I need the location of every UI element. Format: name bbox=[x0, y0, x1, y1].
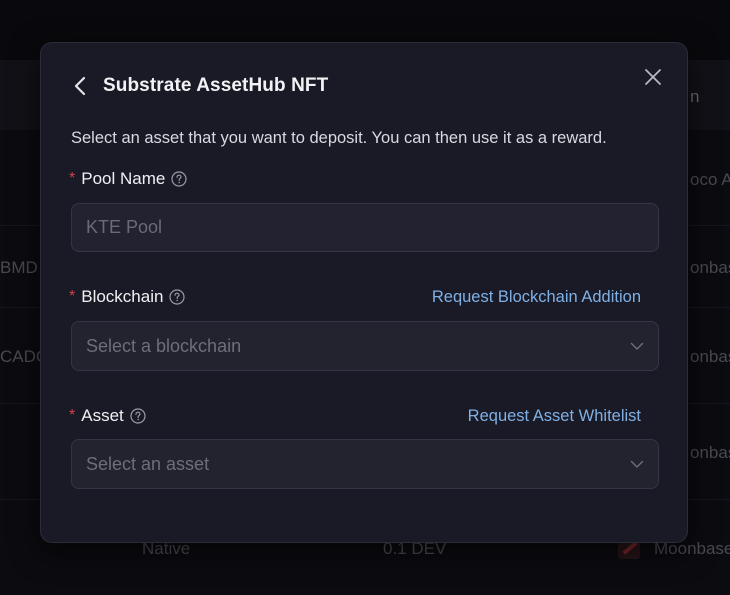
pool-name-label: * Pool Name bbox=[69, 169, 187, 189]
question-circle-icon[interactable] bbox=[171, 171, 187, 187]
asset-select-placeholder: Select an asset bbox=[86, 453, 210, 474]
question-circle-icon[interactable] bbox=[169, 289, 186, 305]
blockchain-select[interactable]: Select a blockchain bbox=[71, 321, 659, 371]
close-button[interactable] bbox=[643, 67, 663, 87]
blockchain-select-placeholder: Select a blockchain bbox=[86, 335, 242, 356]
request-blockchain-addition-link[interactable]: Request Blockchain Addition bbox=[432, 288, 641, 307]
close-icon bbox=[645, 69, 661, 85]
required-marker: * bbox=[69, 170, 76, 187]
blockchain-label-text: Blockchain bbox=[81, 287, 164, 306]
required-marker: * bbox=[69, 407, 76, 424]
required-marker: * bbox=[69, 288, 76, 305]
back-button[interactable] bbox=[71, 75, 89, 97]
chevron-down-icon bbox=[630, 457, 644, 471]
asset-label: * Asset bbox=[69, 406, 146, 426]
chevron-down-icon bbox=[630, 339, 644, 353]
modal-description: Select an asset that you want to deposit… bbox=[71, 129, 607, 147]
pool-name-label-text: Pool Name bbox=[81, 169, 166, 188]
pool-name-field[interactable] bbox=[71, 203, 659, 252]
asset-select[interactable]: Select an asset bbox=[71, 439, 659, 489]
request-asset-whitelist-link[interactable]: Request Asset Whitelist bbox=[468, 407, 641, 426]
question-circle-icon[interactable] bbox=[130, 408, 146, 424]
pool-name-input[interactable] bbox=[86, 217, 644, 238]
chevron-left-icon bbox=[74, 76, 86, 96]
modal-title: Substrate AssetHub NFT bbox=[103, 75, 329, 96]
deposit-asset-modal: Substrate AssetHub NFT Select an asset t… bbox=[40, 42, 688, 543]
blockchain-label: * Blockchain bbox=[69, 287, 186, 307]
asset-label-text: Asset bbox=[81, 406, 124, 425]
